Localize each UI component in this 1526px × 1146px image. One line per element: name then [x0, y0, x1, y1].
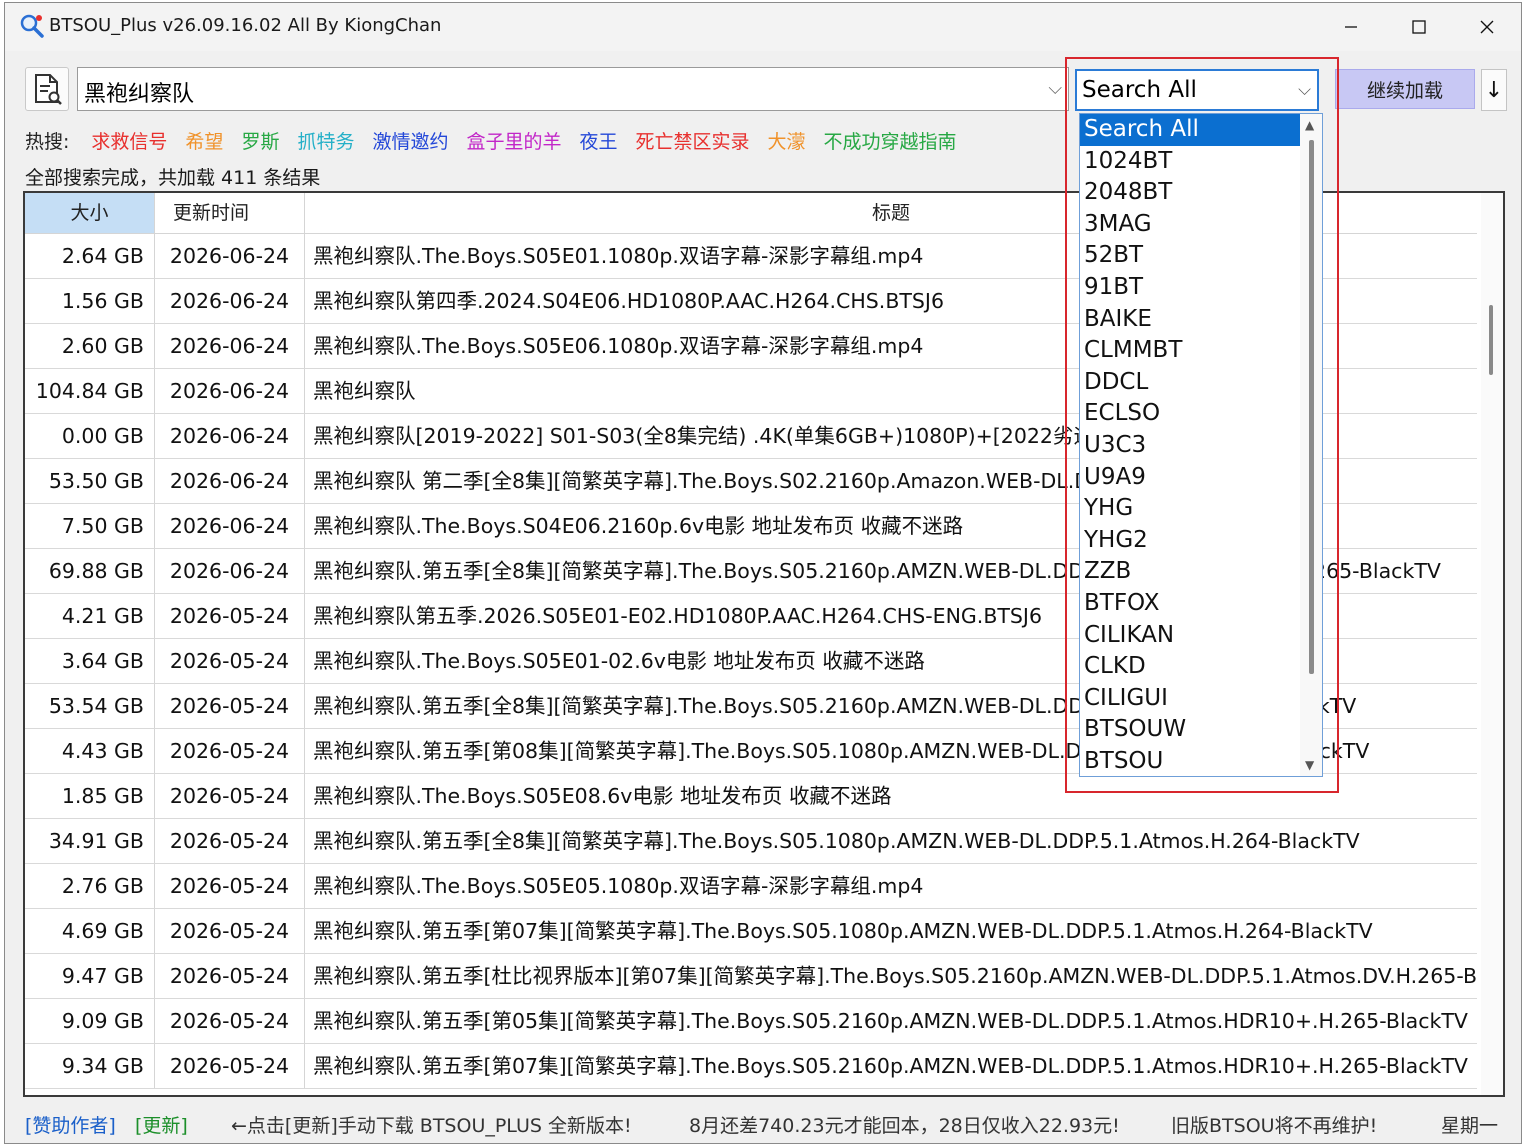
update-link[interactable]: [更新]: [135, 1111, 188, 1138]
magnifier-app-icon: [19, 13, 45, 39]
hot-search-item[interactable]: 不成功穿越指南: [824, 131, 957, 153]
cell-title: 黑袍纠察队.第五季[第07集][简繁英字幕].The.Boys.S05.2160…: [313, 1054, 1468, 1078]
cell-size: 0.00 GB: [25, 414, 155, 458]
chevron-down-icon[interactable]: ⌵: [1048, 78, 1062, 99]
cell-date: 2026-05-24: [155, 909, 305, 953]
cell-title: 黑袍纠察队.第五季[杜比视界版本][第07集][简繁英字幕].The.Boys.…: [313, 964, 1477, 988]
status-text: 全部搜索完成，共加载 411 条结果: [25, 167, 321, 189]
hot-search-item[interactable]: 盒子里的羊: [466, 131, 561, 153]
document-search-icon: [26, 74, 68, 114]
hot-search-item[interactable]: 希望: [185, 131, 223, 153]
document-search-button[interactable]: [25, 67, 69, 111]
status-bar: [赞助作者] [更新] ←点击[更新]手动下载 BTSOU_PLUS 全新版本!…: [25, 1111, 1511, 1139]
cell-date: 2026-06-24: [155, 414, 305, 458]
search-query[interactable]: 黑袍纠察队: [84, 76, 194, 108]
cell-date: 2026-05-24: [155, 954, 305, 998]
sponsor-link[interactable]: [赞助作者]: [25, 1111, 116, 1138]
hot-search-item[interactable]: 罗斯: [241, 131, 279, 153]
cell-date: 2026-05-24: [155, 1044, 305, 1088]
cell-size: 2.76 GB: [25, 864, 155, 908]
hot-search-item[interactable]: 死亡禁区实录: [636, 131, 750, 153]
cell-size: 3.64 GB: [25, 639, 155, 683]
hot-search-item[interactable]: 大濛: [768, 131, 806, 153]
title-bar[interactable]: BTSOU_Plus v26.09.16.02 All By KiongChan: [5, 3, 1521, 51]
cell-date: 2026-06-24: [155, 459, 305, 503]
app-window: BTSOU_Plus v26.09.16.02 All By KiongChan…: [4, 2, 1522, 1144]
hot-search-item[interactable]: 抓特务: [297, 131, 354, 153]
maximize-button[interactable]: [1385, 3, 1453, 51]
table-scrollbar[interactable]: [1481, 193, 1503, 1095]
table-scrollbar-thumb[interactable]: [1489, 305, 1493, 375]
cell-date: 2026-06-24: [155, 279, 305, 323]
table-row[interactable]: 9.47 GB 2026-05-24 黑袍纠察队.第五季[杜比视界版本][第07集]…: [25, 954, 1477, 999]
cell-size: 9.09 GB: [25, 999, 155, 1043]
hot-search-item[interactable]: 求救信号: [91, 131, 167, 153]
cell-date: 2026-05-24: [155, 774, 305, 818]
funding-notice: 8月还差740.23元才能回本，28日仅收入22.93元!: [689, 1115, 1120, 1137]
hot-search-item[interactable]: 夜王: [580, 131, 618, 153]
cell-date: 2026-05-24: [155, 639, 305, 683]
cell-date: 2026-05-24: [155, 999, 305, 1043]
annotation-highlight-box: [1065, 57, 1339, 793]
cell-date: 2026-05-24: [155, 684, 305, 728]
cell-date: 2026-06-24: [155, 549, 305, 593]
cell-size: 2.60 GB: [25, 324, 155, 368]
hot-search-item[interactable]: 激情邀约: [372, 131, 448, 153]
weekday-text: 星期一: [1441, 1115, 1499, 1137]
cell-date: 2026-05-24: [155, 729, 305, 773]
window-title: BTSOU_Plus v26.09.16.02 All By KiongChan: [49, 15, 442, 36]
cell-title: 黑袍纠察队.第五季[第07集][简繁英字幕].The.Boys.S05.1080…: [313, 919, 1373, 943]
close-button[interactable]: [1453, 3, 1521, 51]
column-header-size[interactable]: 大小: [25, 193, 155, 233]
update-notice: ←点击[更新]手动下载 BTSOU_PLUS 全新版本!: [231, 1115, 632, 1137]
sort-down-button[interactable]: ↓: [1481, 69, 1507, 111]
hot-search-label: 热搜:: [25, 130, 70, 153]
cell-size: 2.64 GB: [25, 234, 155, 278]
cell-title: 黑袍纠察队.第五季[全8集][简繁英字幕].The.Boys.S05.1080p…: [313, 829, 1360, 853]
column-header-date[interactable]: 更新时间: [155, 193, 305, 233]
table-row[interactable]: 9.09 GB 2026-05-24 黑袍纠察队.第五季[第05集][简繁英字幕].…: [25, 999, 1477, 1044]
cell-size: 9.47 GB: [25, 954, 155, 998]
cell-size: 1.85 GB: [25, 774, 155, 818]
cell-date: 2026-06-24: [155, 324, 305, 368]
continue-load-button[interactable]: 继续加载: [1335, 69, 1475, 109]
cell-size: 34.91 GB: [25, 819, 155, 863]
cell-date: 2026-06-24: [155, 504, 305, 548]
table-row[interactable]: 34.91 GB 2026-05-24 黑袍纠察队.第五季[全8集][简繁英字幕].…: [25, 819, 1477, 864]
cell-size: 7.50 GB: [25, 504, 155, 548]
cell-size: 4.21 GB: [25, 594, 155, 638]
hot-search-bar: 热搜: 求救信号 希望 罗斯 抓特务 激情邀约 盒子里的羊 夜王 死亡禁区实录 大濛 不成功穿越指…: [25, 125, 975, 155]
hot-search-items: 求救信号 希望 罗斯 抓特务 激情邀约 盒子里的羊 夜王 死亡禁区实录 大濛 不成功穿越指南: [91, 127, 974, 154]
minimize-button[interactable]: [1317, 3, 1385, 51]
search-input[interactable]: 黑袍纠察队 ⌵: [77, 67, 1069, 111]
cell-size: 53.50 GB: [25, 459, 155, 503]
table-row[interactable]: 2.76 GB 2026-05-24 黑袍纠察队.The.Boys.S05E05.1…: [25, 864, 1477, 909]
cell-date: 2026-06-24: [155, 234, 305, 278]
cell-size: 4.43 GB: [25, 729, 155, 773]
legacy-notice: 旧版BTSOU将不再维护!: [1171, 1115, 1378, 1137]
table-row[interactable]: 4.69 GB 2026-05-24 黑袍纠察队.第五季[第07集][简繁英字幕].…: [25, 909, 1477, 954]
cell-date: 2026-05-24: [155, 819, 305, 863]
cell-date: 2026-05-24: [155, 594, 305, 638]
cell-size: 104.84 GB: [25, 369, 155, 413]
cell-date: 2026-06-24: [155, 369, 305, 413]
cell-size: 9.34 GB: [25, 1044, 155, 1088]
cell-size: 53.54 GB: [25, 684, 155, 728]
cell-size: 69.88 GB: [25, 549, 155, 593]
cell-size: 1.56 GB: [25, 279, 155, 323]
cell-size: 4.69 GB: [25, 909, 155, 953]
cell-title: 黑袍纠察队.The.Boys.S05E05.1080p.双语字幕-深影字幕组.m…: [313, 874, 924, 898]
cell-title: 黑袍纠察队.第五季[第05集][简繁英字幕].The.Boys.S05.2160…: [313, 1009, 1468, 1033]
cell-date: 2026-05-24: [155, 864, 305, 908]
table-row[interactable]: 9.34 GB 2026-05-24 黑袍纠察队.第五季[第07集][简繁英字幕].…: [25, 1044, 1477, 1089]
